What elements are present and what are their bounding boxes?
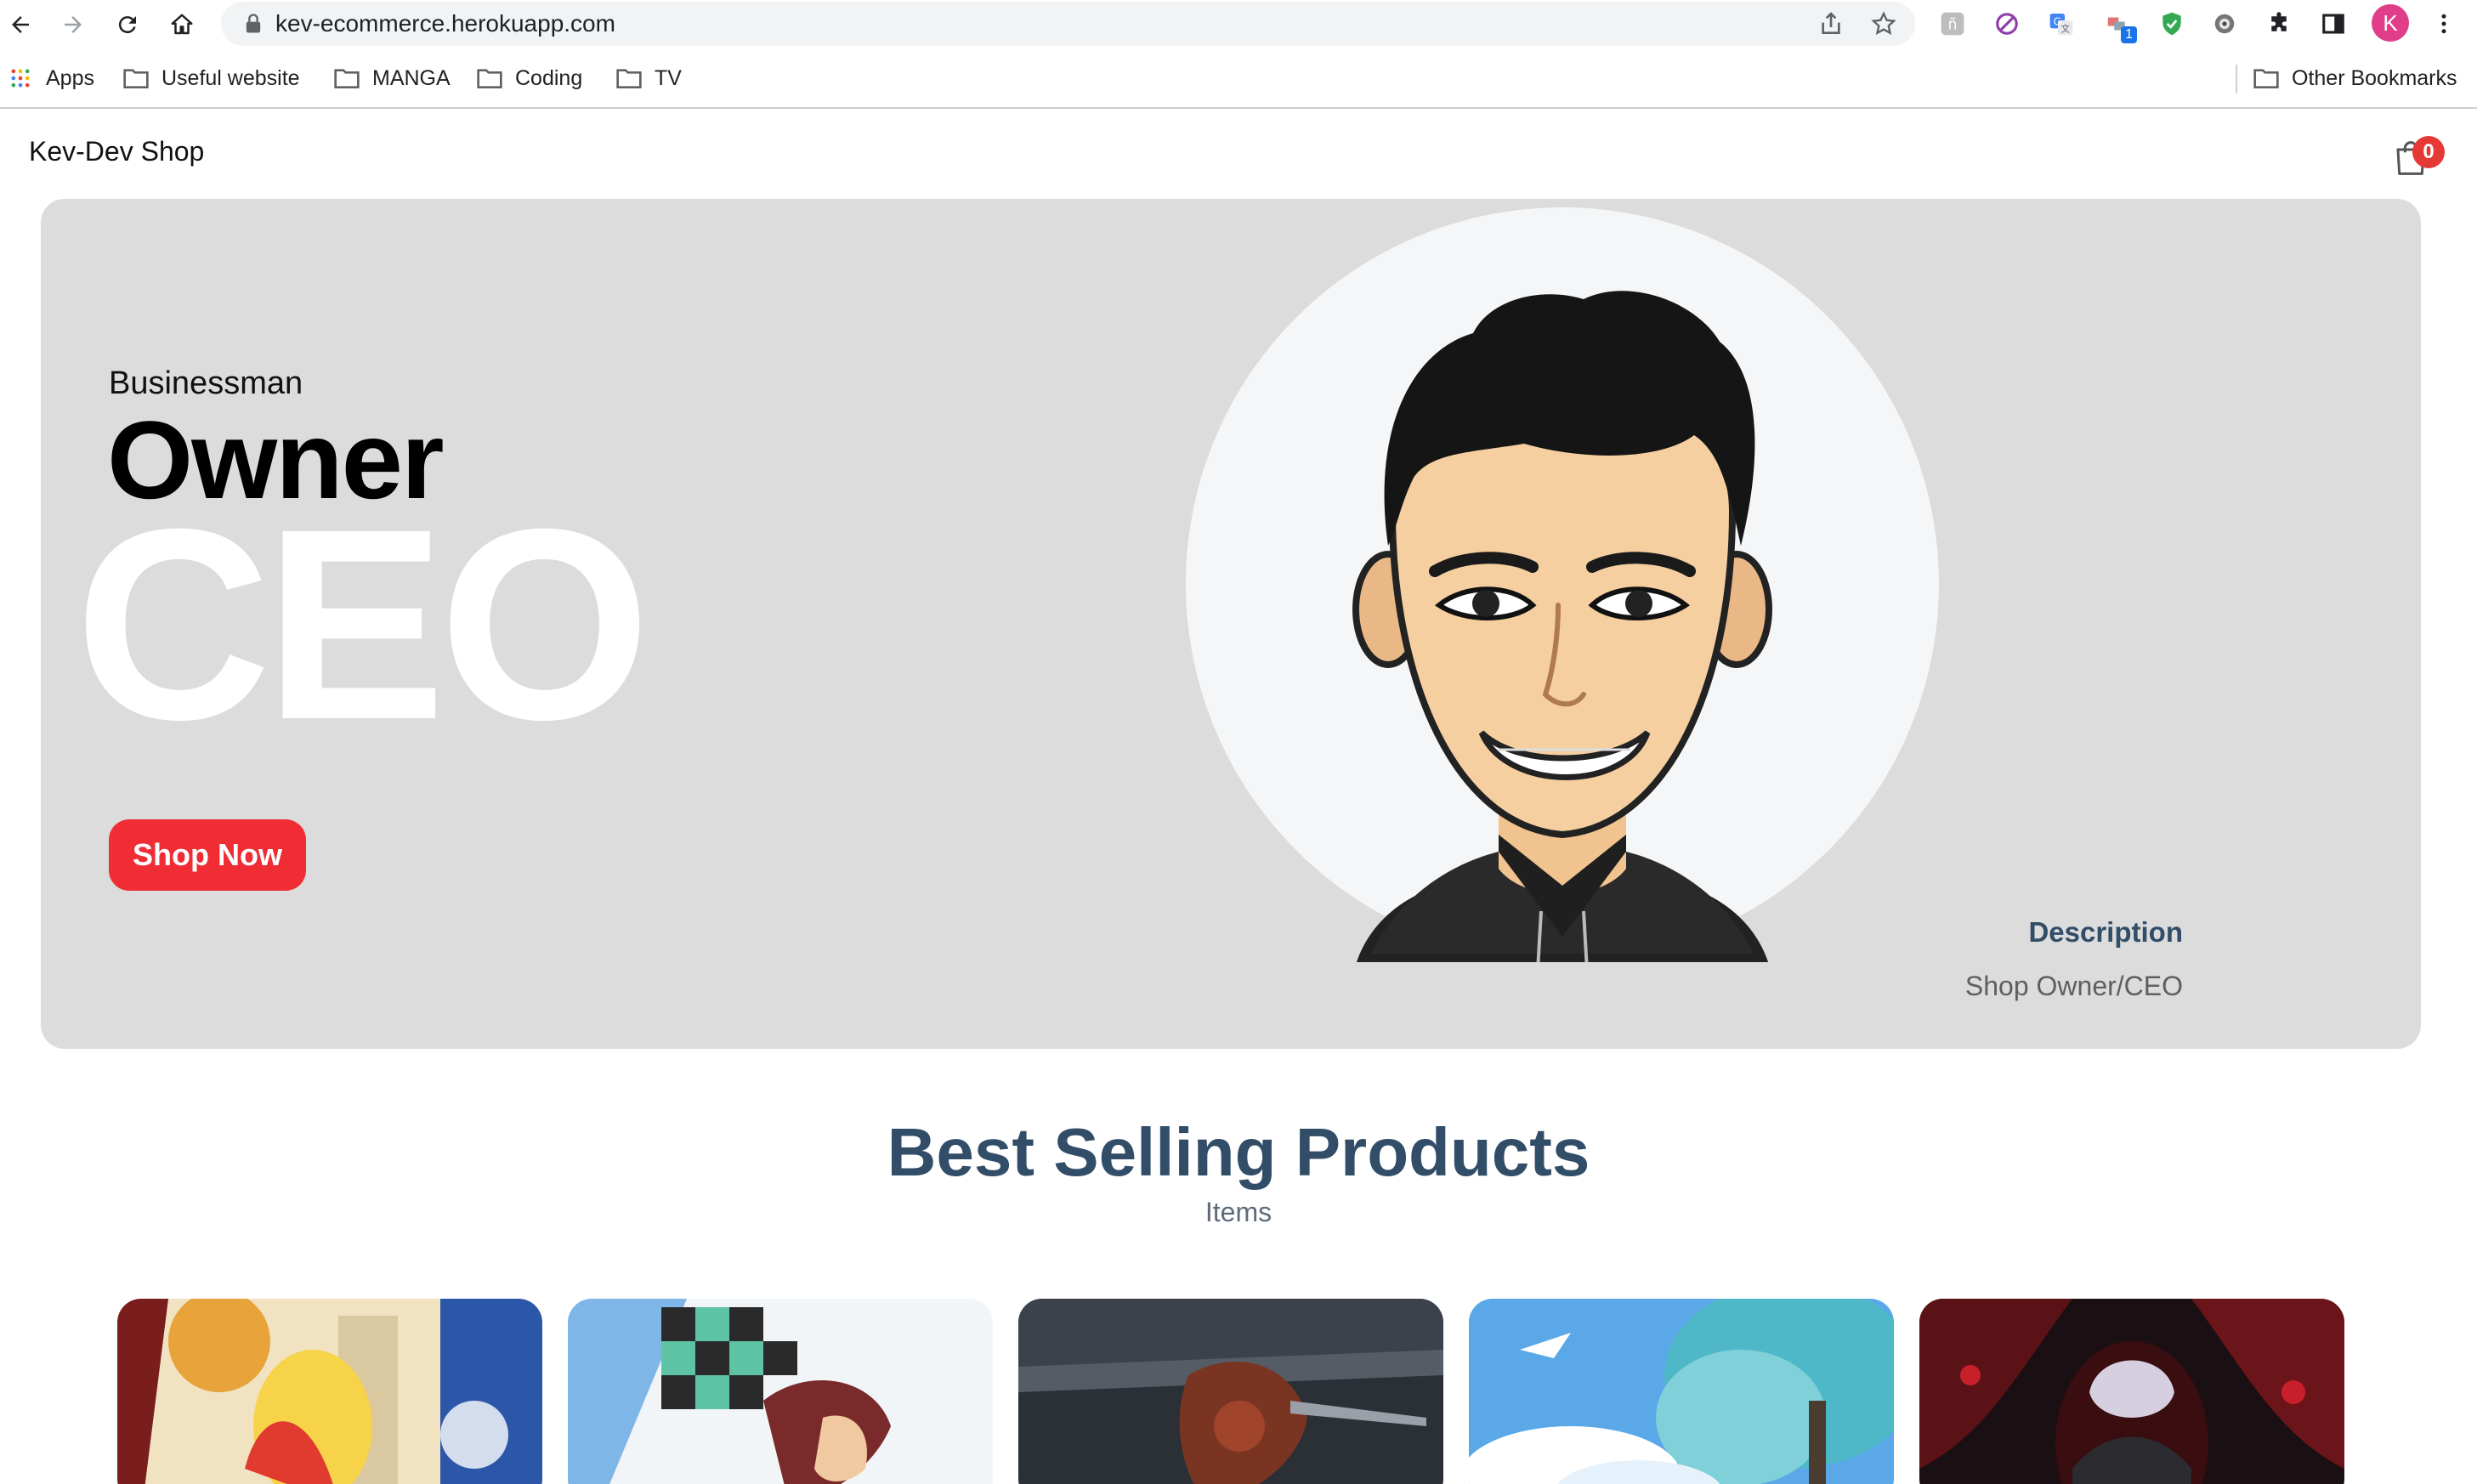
address-bar[interactable]: kev-ecommerce.herokuapp.com xyxy=(221,2,1915,46)
product-card[interactable] xyxy=(117,1299,542,1484)
product-card[interactable] xyxy=(1018,1299,1443,1484)
folder-icon xyxy=(2253,69,2279,88)
shop-now-button[interactable]: Shop Now xyxy=(109,819,306,891)
products-row xyxy=(117,1299,2361,1484)
shield-icon[interactable] xyxy=(2156,8,2188,40)
translate-icon[interactable]: G文 xyxy=(2045,8,2077,40)
bookmark-coding[interactable]: Coding xyxy=(476,63,582,93)
extension-badge: 1 xyxy=(2121,26,2137,43)
product-image xyxy=(117,1299,542,1484)
folder-icon xyxy=(123,69,149,88)
star-icon[interactable] xyxy=(1870,10,1897,37)
url-text[interactable]: kev-ecommerce.herokuapp.com xyxy=(275,10,615,37)
product-card[interactable] xyxy=(568,1299,993,1484)
sidepanel-icon[interactable] xyxy=(2317,8,2349,40)
folder-icon xyxy=(616,69,642,88)
svg-text:文: 文 xyxy=(2060,23,2070,34)
bookmarks-divider xyxy=(2236,65,2237,93)
tab-extension-icon[interactable]: 1 xyxy=(2101,8,2137,43)
block-extension-icon[interactable] xyxy=(1991,8,2023,40)
site-logo-link[interactable]: Kev-Dev Shop xyxy=(29,136,204,167)
products-heading: Best Selling Products xyxy=(887,1114,1590,1190)
folder-icon xyxy=(334,69,360,88)
product-image xyxy=(1018,1299,1443,1484)
folder-icon xyxy=(477,69,502,88)
bookmark-label: TV xyxy=(655,65,682,90)
hero-banner: Businessman Owner CEO Shop Now Descripti… xyxy=(41,199,2421,1049)
apps-grid-icon xyxy=(11,69,30,88)
share-icon[interactable] xyxy=(1817,10,1845,37)
bookmark-label: Coding xyxy=(515,65,583,90)
profile-avatar[interactable]: K xyxy=(2372,4,2409,42)
bookmark-apps[interactable]: Apps xyxy=(7,63,94,93)
lock-icon xyxy=(246,14,261,33)
product-image xyxy=(1919,1299,2344,1484)
forward-arrow-icon[interactable] xyxy=(56,8,90,42)
product-card[interactable] xyxy=(1919,1299,2344,1484)
svg-text:ñ: ñ xyxy=(1948,17,1958,34)
bookmark-label: Useful website xyxy=(162,65,300,90)
product-image xyxy=(1469,1299,1894,1484)
products-subheading: Items xyxy=(1204,1197,1273,1227)
bookmark-useful-website[interactable]: Useful website xyxy=(122,63,300,93)
hero-description-title: Description xyxy=(2028,916,2183,948)
hero-large-text: CEO xyxy=(75,472,650,776)
puzzle-icon[interactable] xyxy=(2263,8,2295,40)
reload-icon[interactable] xyxy=(111,8,145,42)
bookmark-tv[interactable]: TV xyxy=(615,63,682,93)
bookmark-label: MANGA xyxy=(372,65,451,90)
product-card[interactable] xyxy=(1469,1299,1894,1484)
browser-toolbar: kev-ecommerce.herokuapp.com ñ G文 1 K xyxy=(0,0,2477,49)
bookmark-label: Apps xyxy=(46,65,94,90)
hero-avatar-image xyxy=(1184,206,1941,971)
bookmark-other[interactable]: Other Bookmarks xyxy=(2253,63,2457,93)
bookmark-manga[interactable]: MANGA xyxy=(333,63,451,93)
home-icon[interactable] xyxy=(165,8,199,42)
product-image xyxy=(568,1299,993,1484)
globe-extension-icon[interactable] xyxy=(2208,8,2241,40)
bookmark-label: Other Bookmarks xyxy=(2292,65,2457,90)
extension-icon[interactable]: ñ xyxy=(1936,8,1969,40)
bookmarks-bar: Apps Useful website MANGA Coding TV Othe… xyxy=(0,49,2477,109)
back-arrow-icon[interactable] xyxy=(3,8,37,42)
cart-item-count: 0 xyxy=(2412,136,2445,168)
hero-description-text: Shop Owner/CEO xyxy=(1964,971,2183,1001)
kebab-menu-icon[interactable] xyxy=(2428,8,2460,40)
